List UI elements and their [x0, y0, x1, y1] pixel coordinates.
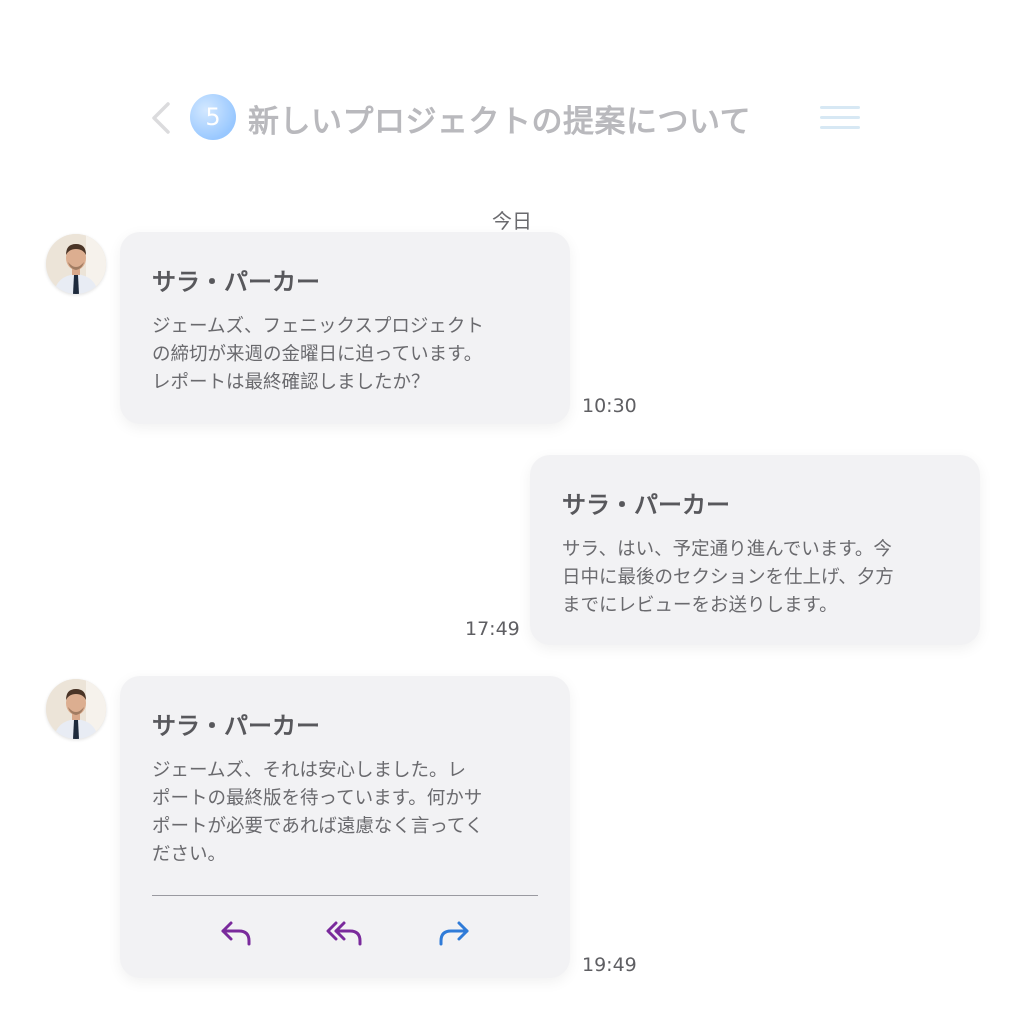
message-text: ジェームズ、それは安心しました。レ ポートの最終版を待っています。何かサ ポート…: [152, 760, 484, 865]
avatar-portrait-icon: [46, 234, 106, 294]
message-text: ジェームズ、フェニックスプロジェクト の締切が来週の金曜日に迫っています。 レポ…: [152, 316, 484, 393]
message-timestamp: 10:30: [582, 395, 637, 417]
sender-name: サラ・パーカー: [152, 712, 320, 740]
sender-name: サラ・パーカー: [562, 491, 730, 519]
thread-title: 新しいプロジェクトの提案について: [248, 104, 752, 140]
chat-screen: 5 新しいプロジェクトの提案について 今日 サラ・パーカー ジェームズ、フェニッ…: [0, 0, 1024, 1024]
unread-count-badge: 5: [190, 94, 236, 140]
forward-icon[interactable]: [434, 916, 474, 950]
thread-header: 5 新しいプロジェクトの提案について: [140, 88, 880, 148]
sender-avatar[interactable]: [46, 679, 106, 739]
message-timestamp: 19:49: [582, 954, 637, 976]
reply-all-icon[interactable]: [325, 916, 365, 950]
message-actions: [152, 916, 538, 950]
avatar-portrait-icon: [46, 679, 106, 739]
message-bubble[interactable]: サラ・パーカー ジェームズ、フェニックスプロジェクト の締切が来週の金曜日に迫っ…: [120, 232, 570, 424]
message-bubble[interactable]: サラ・パーカー サラ、はい、予定通り進んでいます。今 日中に最後のセクションを仕…: [530, 455, 980, 645]
sender-name: サラ・パーカー: [152, 268, 320, 296]
message-timestamp: 17:49: [465, 618, 520, 640]
message-text: サラ、はい、予定通り進んでいます。今 日中に最後のセクションを仕上げ、夕方 まで…: [562, 539, 894, 616]
back-chevron-icon[interactable]: [146, 100, 178, 136]
message-bubble[interactable]: サラ・パーカー ジェームズ、それは安心しました。レ ポートの最終版を待っています…: [120, 676, 570, 978]
reply-icon[interactable]: [216, 916, 256, 950]
menu-icon[interactable]: [820, 102, 860, 134]
date-separator: 今日: [492, 209, 532, 233]
sender-avatar[interactable]: [46, 234, 106, 294]
actions-divider: [152, 895, 538, 896]
